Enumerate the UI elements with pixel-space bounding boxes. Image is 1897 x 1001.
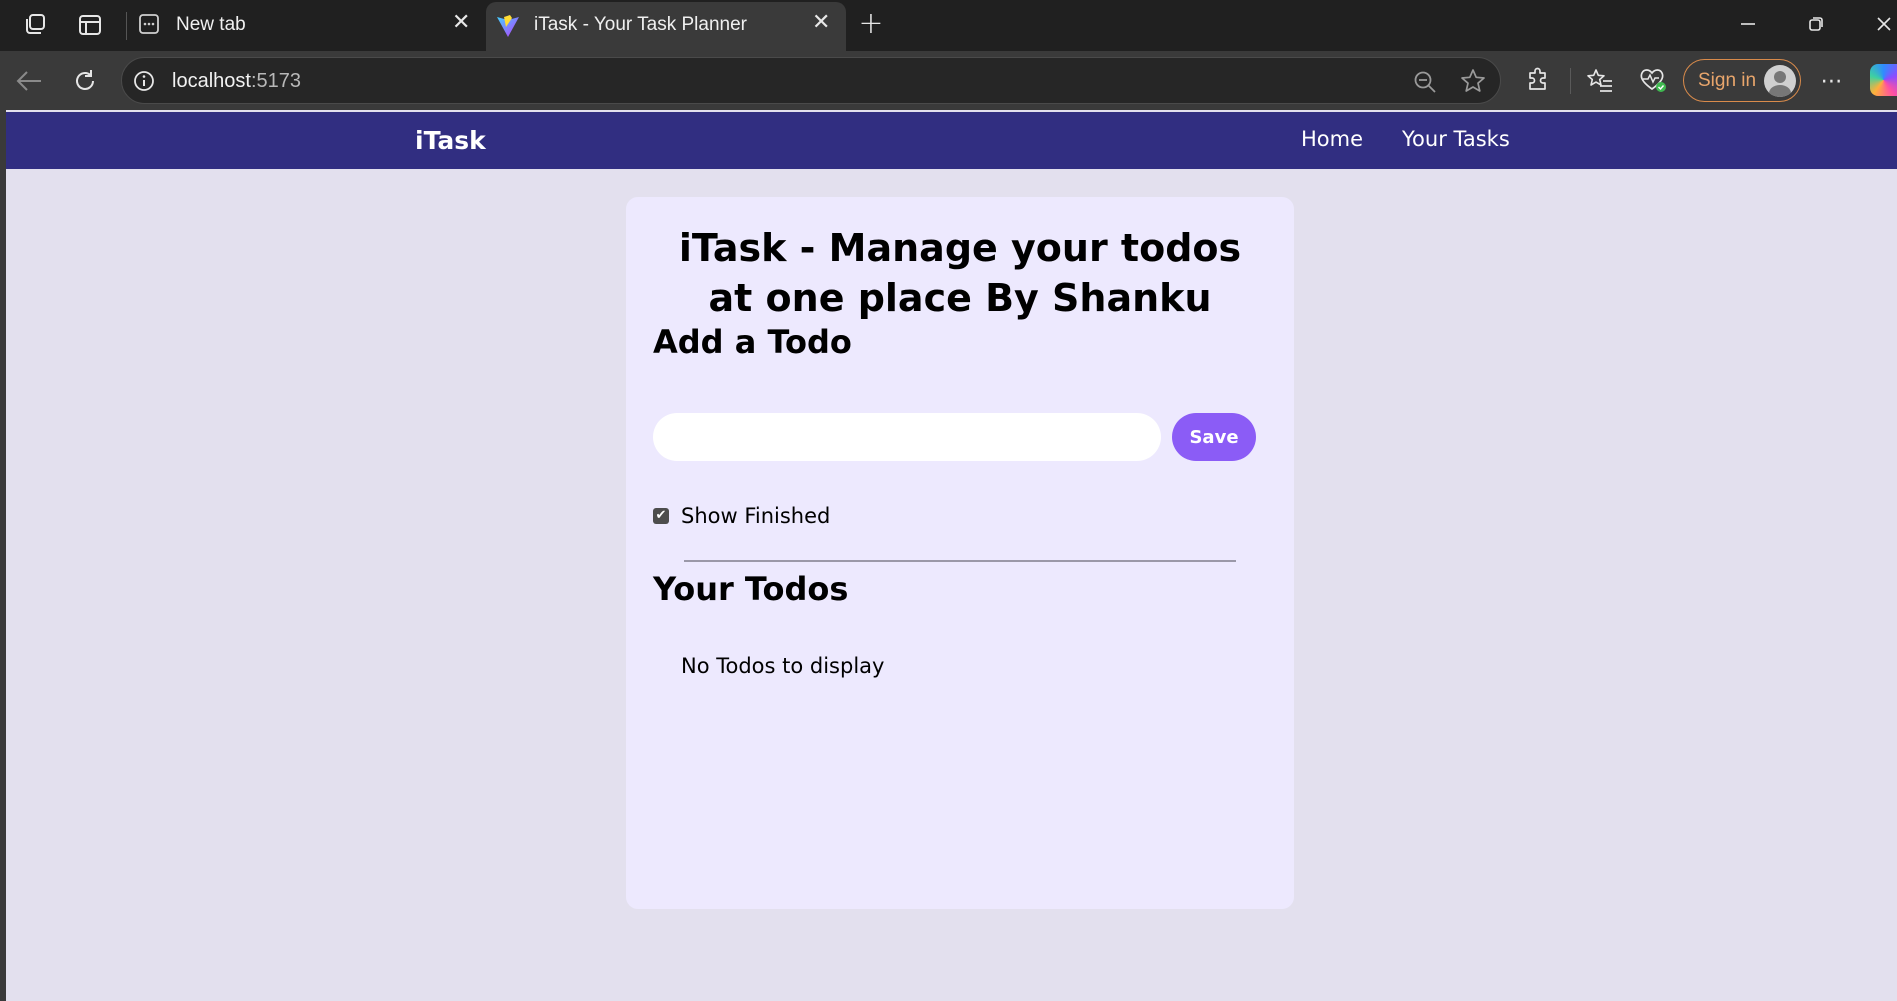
show-finished-row[interactable]: ✔ Show Finished xyxy=(653,504,830,528)
new-tab-page-icon xyxy=(138,13,160,40)
browser-toolbar: localhost:5173 Sign in ⋯ xyxy=(0,51,1897,110)
tab-actions-icon[interactable] xyxy=(76,12,104,38)
new-tab-plus-icon[interactable]: + xyxy=(858,6,884,41)
brand-logo[interactable]: iTask xyxy=(415,126,486,155)
browser-tabstrip: New tab ✕ iTask - Your Task Planner ✕ + xyxy=(0,0,1897,51)
nav-link-home[interactable]: Home xyxy=(1301,127,1363,151)
add-todo-heading: Add a Todo xyxy=(653,323,852,361)
tab-title: New tab xyxy=(176,14,246,35)
show-finished-label[interactable]: Show Finished xyxy=(681,504,830,528)
minimize-icon[interactable] xyxy=(1736,12,1760,36)
site-info-icon[interactable] xyxy=(132,69,156,93)
close-icon[interactable]: ✕ xyxy=(812,10,830,35)
favorites-icon[interactable] xyxy=(1585,66,1615,94)
empty-todos-message: No Todos to display xyxy=(681,654,885,678)
todo-input[interactable] xyxy=(653,413,1161,461)
tab-new-tab[interactable]: New tab ✕ xyxy=(136,0,482,51)
zoom-out-icon[interactable] xyxy=(1412,69,1438,95)
your-todos-heading: Your Todos xyxy=(653,570,849,608)
tab-separator xyxy=(126,12,127,40)
back-arrow-icon[interactable] xyxy=(14,67,44,95)
url-port: :5173 xyxy=(250,70,301,92)
tab-itask[interactable]: iTask - Your Task Planner ✕ xyxy=(486,2,846,51)
tab-title: iTask - Your Task Planner xyxy=(534,14,747,35)
window-close-icon[interactable] xyxy=(1872,12,1896,36)
browser-essentials-icon[interactable] xyxy=(1638,65,1668,95)
save-button[interactable]: Save xyxy=(1172,413,1256,461)
nav-link-your-tasks[interactable]: Your Tasks xyxy=(1402,127,1510,151)
sign-in-button[interactable]: Sign in xyxy=(1683,59,1801,102)
refresh-icon[interactable] xyxy=(70,66,100,96)
close-icon[interactable]: ✕ xyxy=(452,10,470,35)
divider xyxy=(684,560,1236,562)
show-finished-checkbox[interactable]: ✔ xyxy=(653,508,669,524)
more-options-icon[interactable]: ⋯ xyxy=(1818,69,1846,94)
workspaces-icon[interactable] xyxy=(20,12,50,38)
url-text[interactable]: localhost:5173 xyxy=(172,70,301,93)
toolbar-separator xyxy=(1570,68,1571,94)
vite-favicon-icon xyxy=(496,14,520,43)
favorite-star-icon[interactable] xyxy=(1460,68,1486,94)
url-host: localhost xyxy=(172,70,251,92)
avatar xyxy=(1764,65,1796,97)
app-navbar: iTask Home Your Tasks xyxy=(6,112,1897,169)
sign-in-label: Sign in xyxy=(1698,70,1757,91)
page-viewport: iTask Home Your Tasks iTask - Manage you… xyxy=(6,110,1897,1001)
copilot-icon[interactable] xyxy=(1870,64,1897,96)
extensions-icon[interactable] xyxy=(1524,66,1552,94)
todo-card: iTask - Manage your todos at one place B… xyxy=(626,197,1294,909)
page-title: iTask - Manage your todos at one place B… xyxy=(678,226,1242,320)
restore-icon[interactable] xyxy=(1804,12,1828,36)
address-bar[interactable]: localhost:5173 xyxy=(121,57,1501,104)
